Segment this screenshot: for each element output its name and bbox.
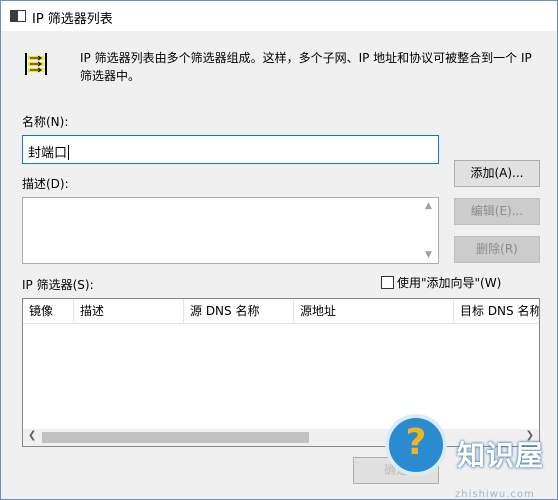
ip-filter-list-dialog: IP 筛选器列表 IP 筛选器列表由多个筛选器组成。这样，多个子网、IP 地址和… — [0, 0, 558, 500]
column-header-source-dns[interactable]: 源 DNS 名称 — [184, 299, 294, 324]
description-textarea[interactable]: ▲ ▼ — [22, 197, 439, 264]
column-header-description[interactable]: 描述 — [74, 299, 184, 324]
checkbox-box[interactable] — [381, 276, 394, 289]
column-header-dest-dns[interactable]: 目标 DNS 名称 — [454, 299, 539, 324]
column-header-source-address[interactable]: 源地址 — [294, 299, 454, 324]
list-header: 镜像 描述 源 DNS 名称 源地址 目标 DNS 名称 — [23, 299, 539, 324]
delete-button[interactable]: 删除(R) — [454, 236, 540, 263]
watermark: ? 知识屋 zhishiwu.com — [385, 414, 558, 500]
name-label: 名称(N): — [22, 115, 69, 129]
column-header-mirror[interactable]: 镜像 — [23, 299, 74, 324]
scroll-down-arrow-icon[interactable]: ▼ — [425, 250, 432, 260]
add-button[interactable]: 添加(A)... — [454, 160, 540, 187]
description-scrollbar[interactable]: ▲ ▼ — [421, 198, 438, 263]
watermark-url: zhishiwu.com — [455, 489, 535, 500]
title-bar: IP 筛选器列表 — [1, 1, 557, 31]
scrollbar-thumb[interactable] — [42, 432, 309, 443]
edit-button[interactable]: 编辑(E)... — [454, 198, 540, 225]
scroll-left-arrow-icon[interactable]: ❮ — [28, 430, 36, 441]
name-input[interactable]: 封端口 — [22, 135, 439, 164]
description-label: 描述(D): — [22, 177, 69, 191]
window-title: IP 筛选器列表 — [32, 12, 113, 27]
watermark-brand: 知识屋 — [457, 439, 545, 472]
name-input-value: 封端口 — [28, 146, 68, 161]
intro-description: IP 筛选器列表由多个筛选器组成。这样，多个子网、IP 地址和协议可被整合到一个… — [80, 51, 532, 83]
filter-list-icon — [25, 53, 47, 75]
use-wizard-label: 使用"添加向导"(W) — [397, 276, 502, 290]
scroll-up-arrow-icon[interactable]: ▲ — [425, 201, 432, 211]
use-wizard-checkbox[interactable]: 使用"添加向导"(W) — [381, 274, 501, 291]
watermark-logo-icon: ? — [385, 414, 447, 476]
text-caret — [68, 145, 70, 160]
window-icon — [10, 10, 26, 22]
filters-label: IP 筛选器(S): — [22, 278, 94, 292]
